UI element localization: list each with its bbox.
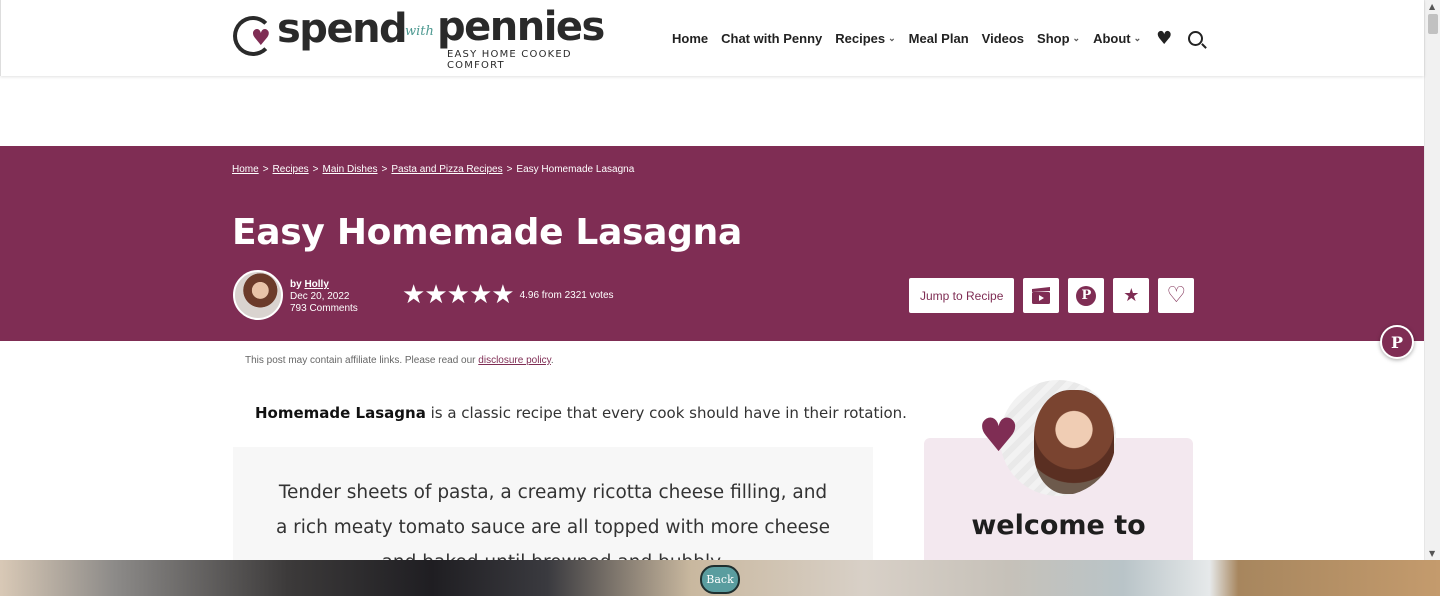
breadcrumb-separator: > xyxy=(262,164,269,175)
post-header-band: Home > Recipes > Main Dishes > Pasta and… xyxy=(0,146,1424,341)
scroll-down-arrow-icon[interactable]: ▼ xyxy=(1429,549,1435,558)
page-scrollbar[interactable]: ▲ ▼ xyxy=(1424,0,1440,560)
site-header: ♥ spend with pennies EASY HOME COOKED CO… xyxy=(0,0,1424,76)
disclosure-text: This post may contain affiliate links. P… xyxy=(245,355,476,366)
star-icon[interactable]: ★ xyxy=(447,282,470,308)
page-title: Easy Homemade Lasagna xyxy=(232,212,742,253)
breadcrumb-recipes[interactable]: Recipes xyxy=(273,164,309,175)
star-icon[interactable]: ★ xyxy=(469,282,492,308)
star-icon[interactable]: ★ xyxy=(491,282,514,308)
save-favorite-button[interactable]: ♡ xyxy=(1158,278,1195,313)
star-icon[interactable]: ★ xyxy=(424,282,447,308)
disclosure-period: . xyxy=(550,355,554,366)
breadcrumb-separator: > xyxy=(312,164,319,175)
logo-heart-icon: ♥ xyxy=(251,26,271,51)
author-prefix: by xyxy=(290,279,302,290)
chevron-down-icon: ⌄ xyxy=(1133,32,1142,43)
rating-stars[interactable]: ★ ★ ★ ★ ★ 4.96 from 2321 votes xyxy=(402,282,614,308)
nav-item-label: Shop xyxy=(1037,30,1070,46)
breadcrumb-current: Easy Homemade Lasagna xyxy=(516,164,635,175)
site-logo[interactable]: ♥ spend with pennies EASY HOME COOKED CO… xyxy=(233,4,605,71)
nav-item-about[interactable]: About ⌄ xyxy=(1093,31,1141,46)
intro-text: is a classic recipe that every cook shou… xyxy=(425,404,907,422)
nav-item-label: Meal Plan xyxy=(908,30,969,46)
jump-to-recipe-button[interactable]: Jump to Recipe xyxy=(909,278,1015,313)
main-nav: Home Chat with Penny Recipes ⌄ Meal Plan … xyxy=(672,28,1204,49)
back-button[interactable]: Back xyxy=(700,565,740,594)
breadcrumb: Home > Recipes > Main Dishes > Pasta and… xyxy=(232,164,634,175)
star-icon: ★ xyxy=(1123,284,1140,306)
author-photo-image xyxy=(1034,390,1114,494)
author-link[interactable]: Holly xyxy=(304,279,328,290)
pinterest-icon: P xyxy=(1076,285,1097,306)
nav-item-label: Videos xyxy=(981,30,1025,46)
bottom-ad-banner[interactable]: Back xyxy=(0,560,1440,596)
nav-item-recipes[interactable]: Recipes ⌄ xyxy=(835,31,895,46)
welcome-title: welcome to xyxy=(971,510,1146,541)
nav-item-shop[interactable]: Shop ⌄ xyxy=(1037,31,1080,46)
breadcrumb-main-dishes[interactable]: Main Dishes xyxy=(323,164,378,175)
breadcrumb-separator: > xyxy=(506,164,513,175)
heart-icon[interactable]: ♥ xyxy=(1156,28,1172,49)
video-icon xyxy=(1032,286,1051,304)
logo-pennies-text: pennies xyxy=(437,4,605,50)
search-icon[interactable] xyxy=(1188,30,1204,46)
logo-with-text: with xyxy=(405,24,434,39)
nav-item-home[interactable]: Home xyxy=(672,31,708,46)
nav-item-meal-plan[interactable]: Meal Plan xyxy=(909,31,969,46)
pinterest-button[interactable]: P xyxy=(1068,278,1105,313)
nav-item-label: Chat with Penny xyxy=(721,30,823,46)
nav-item-label: Home xyxy=(672,30,709,46)
nav-item-label: About xyxy=(1093,30,1131,46)
heart-icon: ♥ xyxy=(978,408,1020,462)
rating-text: 4.96 from 2321 votes xyxy=(519,289,614,301)
nav-item-videos[interactable]: Videos xyxy=(982,31,1024,46)
pinterest-icon: P xyxy=(1390,332,1404,352)
logo-spend-text: spend xyxy=(277,6,408,52)
post-actions: Jump to Recipe P ★ ♡ xyxy=(909,278,1195,313)
disclosure-policy-link[interactable]: disclosure policy xyxy=(478,355,551,366)
chevron-down-icon: ⌄ xyxy=(1072,32,1081,43)
scroll-up-arrow-icon[interactable]: ▲ xyxy=(1429,2,1435,11)
floating-pinterest-button[interactable]: P xyxy=(1380,325,1414,359)
heart-outline-icon: ♡ xyxy=(1166,283,1187,308)
intro-paragraph: Homemade Lasagna is a classic recipe tha… xyxy=(255,404,907,422)
affiliate-disclosure: This post may contain affiliate links. P… xyxy=(245,355,554,366)
nav-item-label: Recipes xyxy=(835,30,886,46)
rate-button[interactable]: ★ xyxy=(1113,278,1150,313)
breadcrumb-pasta-and-pizza[interactable]: Pasta and Pizza Recipes xyxy=(391,164,502,175)
chevron-down-icon: ⌄ xyxy=(888,32,896,43)
video-button[interactable] xyxy=(1023,278,1060,313)
breadcrumb-home[interactable]: Home xyxy=(232,164,259,175)
scroll-thumb[interactable] xyxy=(1428,14,1438,34)
author-avatar xyxy=(233,270,283,320)
nav-item-chat-with-penny[interactable]: Chat with Penny xyxy=(721,31,822,46)
intro-bold: Homemade Lasagna xyxy=(255,404,426,422)
author-meta: by Holly Dec 20, 2022 793 Comments xyxy=(290,279,358,315)
breadcrumb-separator: > xyxy=(381,164,388,175)
logo-tagline: EASY HOME COOKED COMFORT xyxy=(447,49,572,71)
comments-count[interactable]: 793 Comments xyxy=(290,303,358,315)
post-date: Dec 20, 2022 xyxy=(290,291,350,302)
star-icon[interactable]: ★ xyxy=(402,282,425,308)
